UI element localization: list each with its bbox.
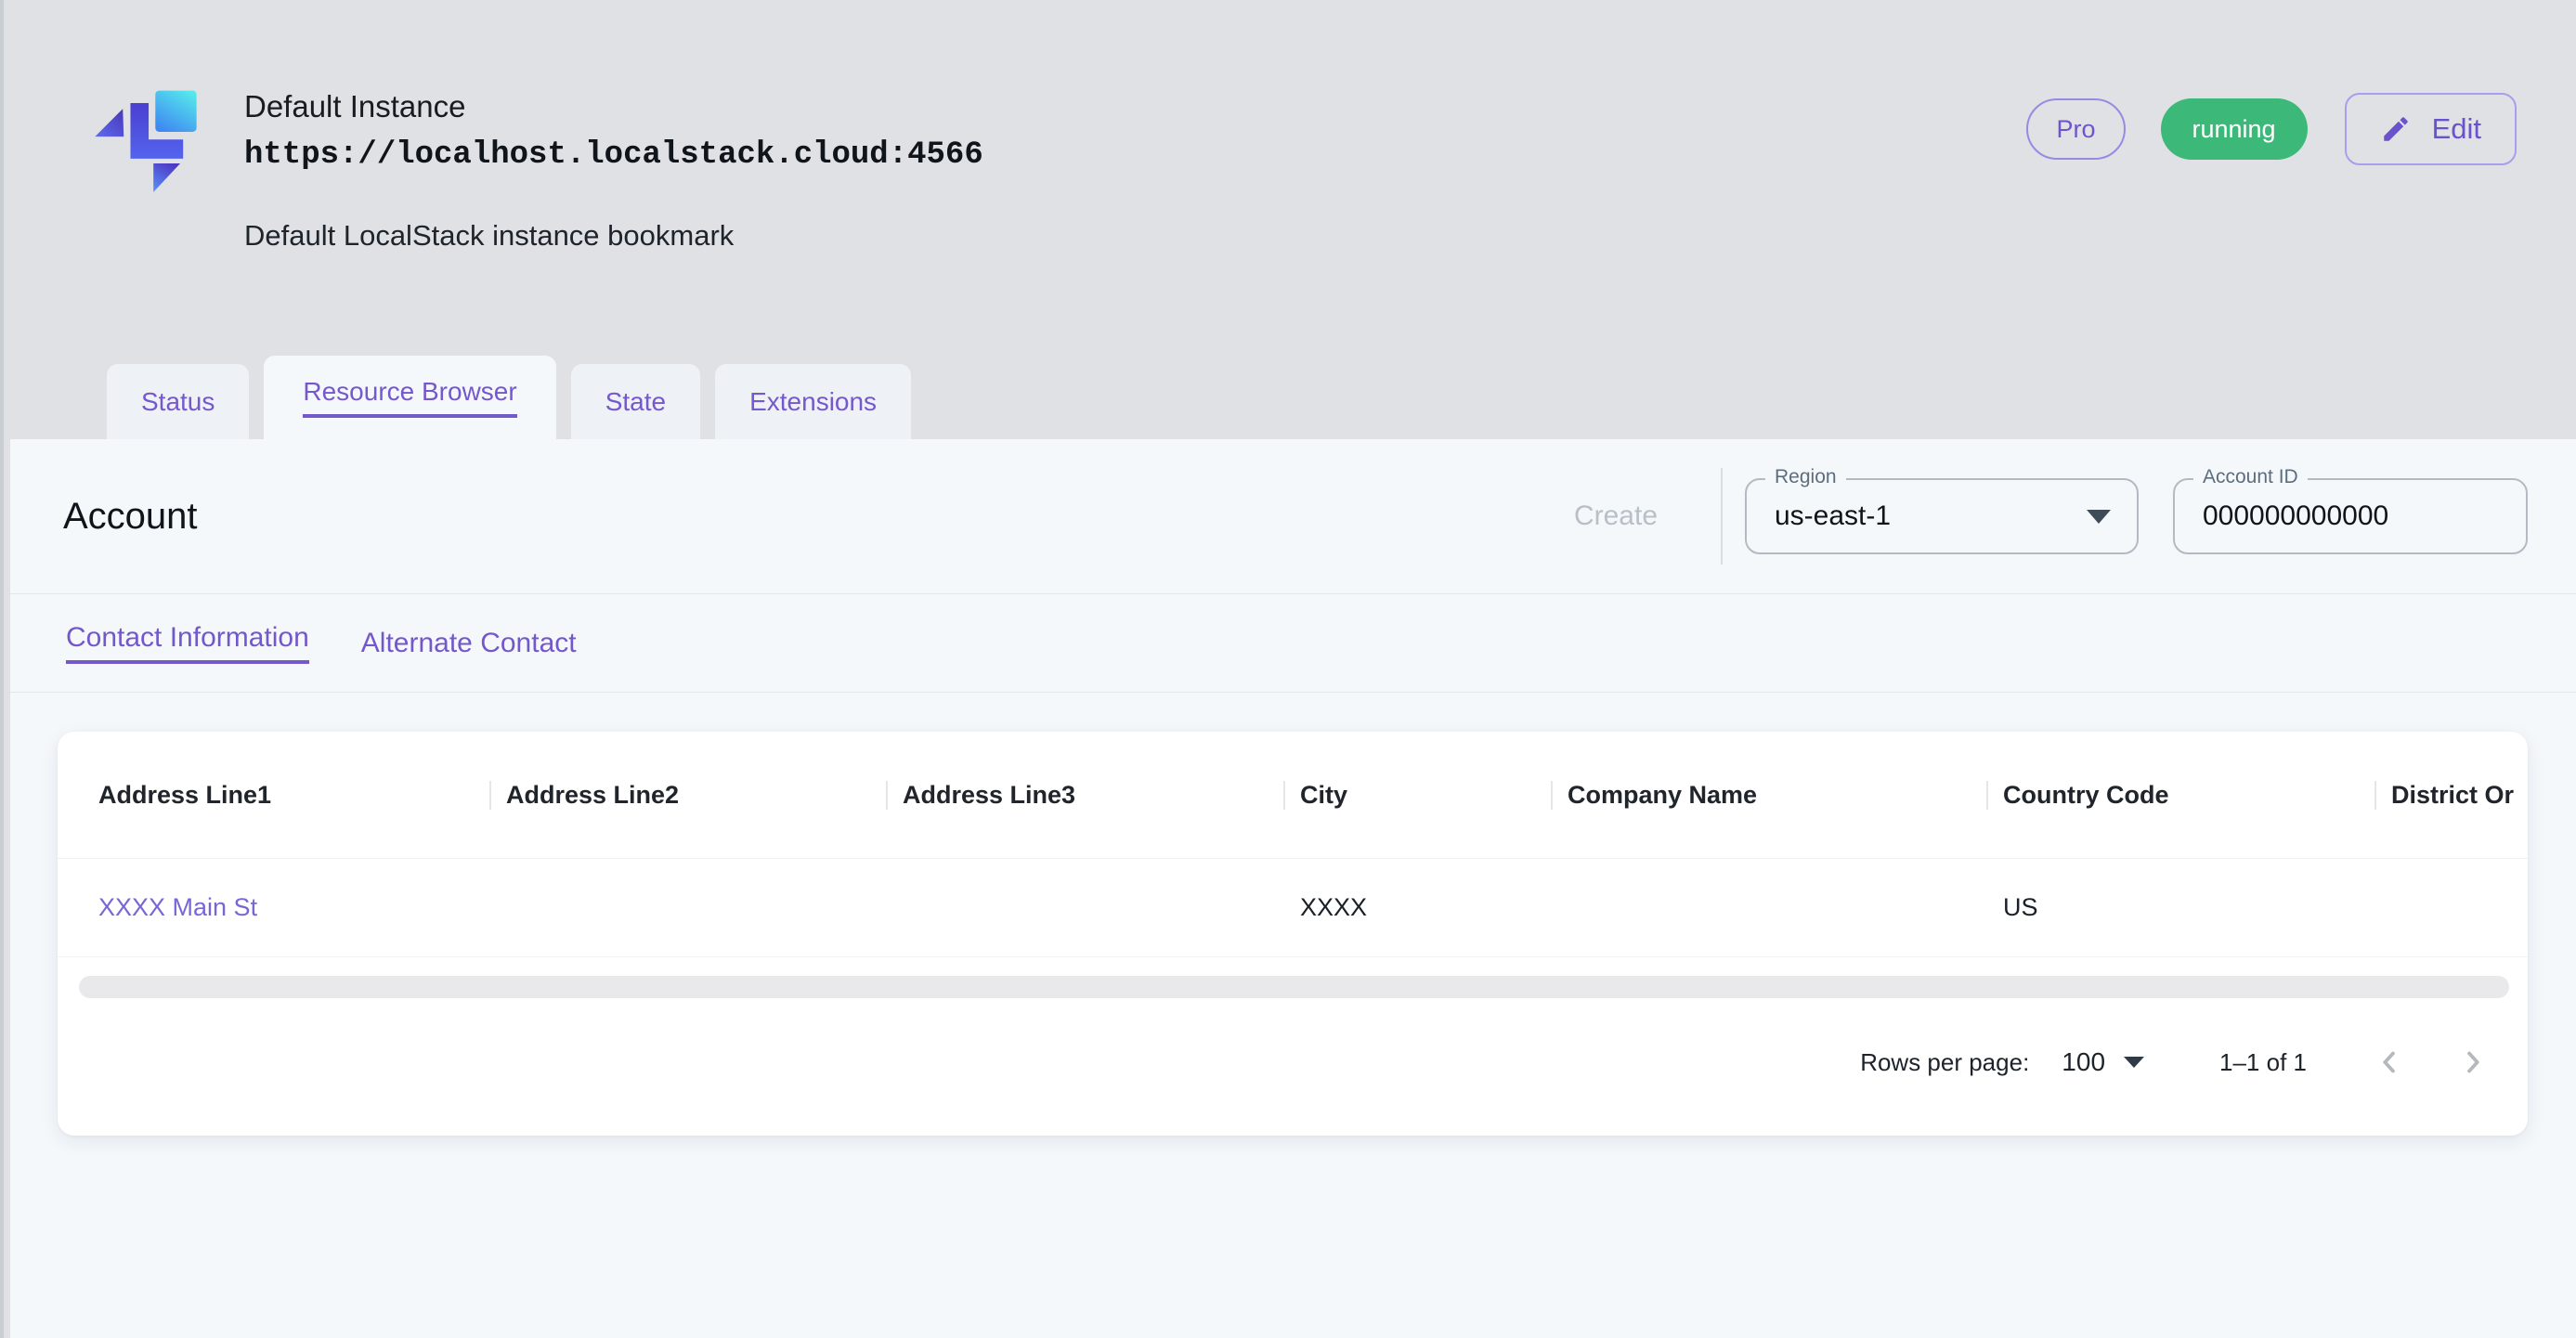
pro-badge: Pro [2026, 98, 2125, 160]
table-horizontal-scroll [58, 957, 2528, 1002]
resource-header: Account Create Region us-east-1 Account … [10, 439, 2576, 594]
column-header-district-or[interactable]: District Or [2374, 781, 2528, 810]
region-select[interactable]: Region us-east-1 [1745, 478, 2139, 554]
subtab-alternate-contact[interactable]: Alternate Contact [361, 628, 577, 659]
table-header-row: Address Line1 Address Line2 Address Line… [58, 732, 2528, 859]
chevron-down-icon [2124, 1057, 2144, 1068]
window-edge [0, 0, 4, 1338]
cell-city: XXXX [1283, 893, 1551, 922]
instance-actions: Pro running Edit [2026, 72, 2517, 165]
subtab-contact-information[interactable]: Contact Information [66, 622, 309, 664]
tab-resource-browser[interactable]: Resource Browser [264, 356, 555, 439]
column-header-address-line3[interactable]: Address Line3 [886, 781, 1283, 810]
column-header-address-line2[interactable]: Address Line2 [489, 781, 886, 810]
region-select-value: us-east-1 [1747, 500, 1891, 532]
horizontal-scrollbar-thumb[interactable] [79, 976, 2509, 998]
column-header-country-code[interactable]: Country Code [1986, 781, 2374, 810]
instance-info: Default Instance https://localhost.local… [244, 72, 983, 253]
edit-button[interactable]: Edit [2345, 93, 2517, 165]
chevron-left-icon [2372, 1045, 2407, 1080]
create-button[interactable]: Create [1574, 500, 1658, 532]
status-badge: running [2161, 98, 2308, 160]
tab-extensions[interactable]: Extensions [715, 364, 911, 439]
instance-header: Default Instance https://localhost.local… [92, 72, 2517, 253]
tab-state[interactable]: State [571, 364, 700, 439]
column-header-city[interactable]: City [1283, 781, 1551, 810]
edit-button-label: Edit [2432, 112, 2481, 146]
header-divider [1721, 468, 1723, 565]
contact-information-table-card: Address Line1 Address Line2 Address Line… [58, 732, 2528, 1136]
localstack-instance-page: Default Instance https://localhost.local… [0, 0, 2576, 1338]
tab-state-label: State [605, 387, 666, 417]
account-id-field-wrapper: Account ID [2173, 478, 2528, 554]
account-id-field-label: Account ID [2193, 466, 2308, 488]
resource-browser-panel: Account Create Region us-east-1 Account … [10, 439, 2576, 1338]
pencil-icon [2380, 113, 2412, 145]
rows-per-page-label: Rows per page: [1860, 1048, 2029, 1077]
cell-country-code: US [1986, 893, 2374, 922]
column-header-company-name[interactable]: Company Name [1551, 781, 1986, 810]
tab-status[interactable]: Status [107, 364, 249, 439]
region-select-label: Region [1765, 466, 1846, 488]
tab-status-label: Status [141, 387, 215, 417]
pagination-range-label: 1–1 of 1 [2219, 1048, 2307, 1077]
chevron-right-icon [2455, 1045, 2491, 1080]
table-row[interactable]: XXXX Main St XXXX US [58, 859, 2528, 957]
next-page-button[interactable] [2455, 1045, 2491, 1080]
page-title: Account [63, 496, 198, 538]
chevron-down-icon [2087, 510, 2111, 524]
rows-per-page-value: 100 [2062, 1047, 2105, 1077]
tab-resource-browser-label: Resource Browser [303, 377, 516, 418]
table-pagination: Rows per page: 100 1–1 of 1 [58, 1002, 2528, 1136]
rows-per-page-select[interactable]: 100 [2062, 1047, 2144, 1077]
cell-address-line1-link[interactable]: XXXX Main St [98, 893, 489, 922]
account-id-input[interactable] [2175, 500, 2526, 532]
instance-subtitle: Default LocalStack instance bookmark [244, 219, 983, 253]
localstack-logo-icon [92, 72, 202, 195]
main-tabs: Status Resource Browser State Extensions [107, 356, 926, 439]
previous-page-button[interactable] [2372, 1045, 2407, 1080]
tab-extensions-label: Extensions [749, 387, 877, 417]
account-subtabs: Contact Information Alternate Contact [10, 594, 2576, 693]
column-header-address-line1[interactable]: Address Line1 [98, 781, 489, 810]
instance-title: Default Instance [244, 89, 983, 124]
instance-url: https://localhost.localstack.cloud:4566 [244, 137, 983, 173]
